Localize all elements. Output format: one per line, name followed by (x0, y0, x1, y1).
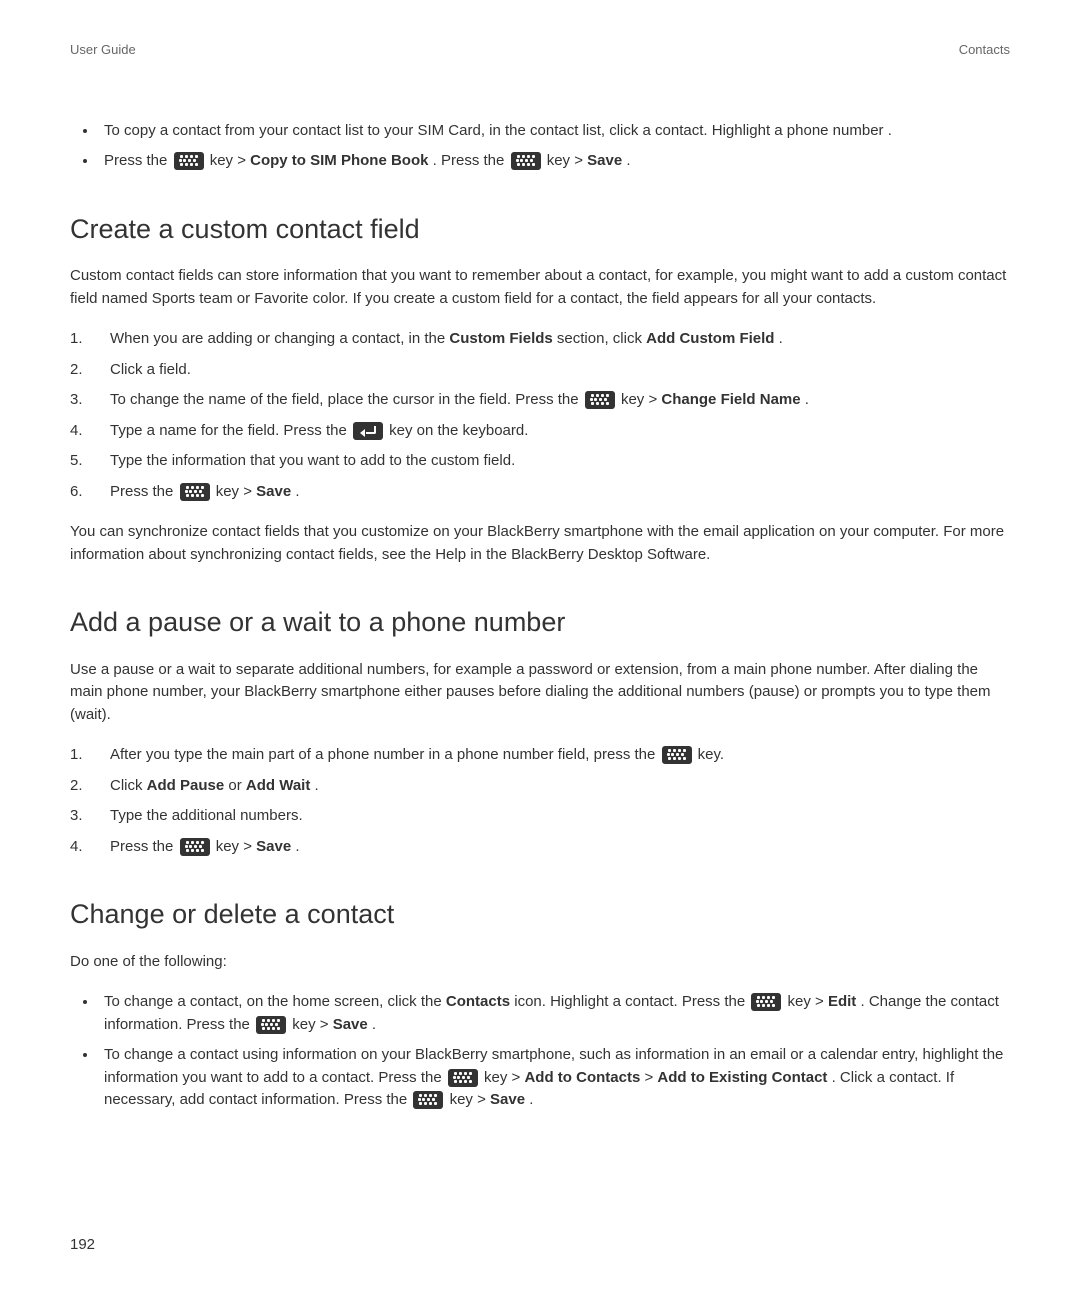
text: Press the (104, 152, 172, 169)
bold-text: Save (256, 483, 291, 500)
paragraph: Use a pause or a wait to separate additi… (70, 659, 1010, 727)
menu-key-icon (751, 993, 781, 1011)
text: When you are adding or changing a contac… (110, 330, 449, 347)
step-item: Type the information that you want to ad… (70, 450, 1010, 473)
text: key on the keyboard. (389, 422, 528, 439)
step-item: To change the name of the field, place t… (70, 389, 1010, 412)
menu-key-icon (180, 483, 210, 501)
menu-key-icon (511, 152, 541, 170)
text: Press the (110, 483, 178, 500)
section-heading: Create a custom contact field (70, 209, 1010, 250)
page: User Guide Contacts To copy a contact fr… (0, 0, 1080, 1296)
text: . (805, 391, 809, 408)
steps-list: After you type the main part of a phone … (70, 744, 1010, 858)
step-item: Click a field. (70, 359, 1010, 382)
list-item: To copy a contact from your contact list… (98, 120, 1010, 143)
bold-text: Save (256, 838, 291, 855)
text: key > (292, 1016, 332, 1033)
header-right: Contacts (959, 40, 1010, 60)
text: key > (210, 152, 250, 169)
text: . (372, 1016, 376, 1033)
text: section, click (557, 330, 646, 347)
text: or (228, 777, 246, 794)
text: After you type the main part of a phone … (110, 746, 660, 763)
text: To change a contact, on the home screen,… (104, 993, 446, 1010)
bold-text: Save (333, 1016, 368, 1033)
text: . (295, 838, 299, 855)
section-heading: Change or delete a contact (70, 894, 1010, 935)
list-item: Press the key > Copy to SIM Phone Book .… (98, 150, 1010, 173)
bold-text: Change Field Name (661, 391, 800, 408)
paragraph: Custom contact fields can store informat… (70, 265, 1010, 310)
menu-key-icon (174, 152, 204, 170)
menu-key-icon (256, 1016, 286, 1034)
text: . (295, 483, 299, 500)
menu-key-icon (662, 746, 692, 764)
text: key > (788, 993, 828, 1010)
step-item: Click Add Pause or Add Wait . (70, 775, 1010, 798)
text: Click (110, 777, 147, 794)
text: . Press the (433, 152, 509, 169)
intro-bullets: To copy a contact from your contact list… (70, 120, 1010, 173)
list-item: To change a contact, on the home screen,… (98, 991, 1010, 1036)
bold-text: Save (587, 152, 622, 169)
menu-key-icon (448, 1069, 478, 1087)
enter-key-icon (353, 422, 383, 440)
bold-text: Edit (828, 993, 856, 1010)
text: . (626, 152, 630, 169)
text: key > (484, 1069, 524, 1086)
page-number: 192 (70, 1234, 95, 1257)
list-item: To change a contact using information on… (98, 1044, 1010, 1112)
menu-key-icon (585, 391, 615, 409)
bold-text: Add Wait (246, 777, 310, 794)
bold-text: Add to Existing Contact (657, 1069, 827, 1086)
menu-key-icon (413, 1091, 443, 1109)
text: To copy a contact from your contact list… (104, 122, 892, 139)
text: Type a name for the field. Press the (110, 422, 351, 439)
text: > (644, 1069, 657, 1086)
bold-text: Add to Contacts (524, 1069, 640, 1086)
step-item: When you are adding or changing a contac… (70, 328, 1010, 351)
text: . (779, 330, 783, 347)
text: key > (621, 391, 661, 408)
step-item: Type a name for the field. Press the key… (70, 420, 1010, 443)
bold-text: Add Pause (147, 777, 225, 794)
paragraph: Do one of the following: (70, 951, 1010, 974)
step-item: After you type the main part of a phone … (70, 744, 1010, 767)
bold-text: Save (490, 1091, 525, 1108)
header-left: User Guide (70, 40, 136, 60)
text: key > (216, 838, 256, 855)
bold-text: Add Custom Field (646, 330, 774, 347)
steps-list: When you are adding or changing a contac… (70, 328, 1010, 503)
step-item: Type the additional numbers. (70, 805, 1010, 828)
step-item: Press the key > Save . (70, 481, 1010, 504)
menu-key-icon (180, 838, 210, 856)
page-header: User Guide Contacts (70, 40, 1010, 60)
bold-text: Custom Fields (449, 330, 552, 347)
step-item: Press the key > Save . (70, 836, 1010, 859)
bold-text: Contacts (446, 993, 510, 1010)
text: key > (216, 483, 256, 500)
text: icon. Highlight a contact. Press the (514, 993, 749, 1010)
paragraph: You can synchronize contact fields that … (70, 521, 1010, 566)
text: To change the name of the field, place t… (110, 391, 583, 408)
section-heading: Add a pause or a wait to a phone number (70, 602, 1010, 643)
text: key > (450, 1091, 490, 1108)
change-delete-bullets: To change a contact, on the home screen,… (70, 991, 1010, 1112)
bold-text: Copy to SIM Phone Book (250, 152, 428, 169)
text: . (315, 777, 319, 794)
text: key > (547, 152, 587, 169)
text: . (529, 1091, 533, 1108)
text: Press the (110, 838, 178, 855)
text: key. (698, 746, 724, 763)
